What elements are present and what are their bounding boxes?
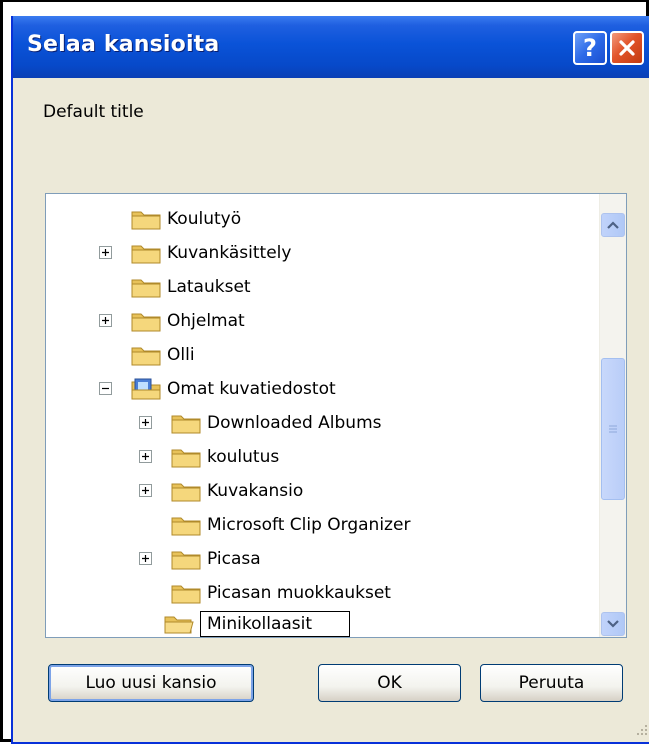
expand-button[interactable] <box>139 450 152 463</box>
folder-icon <box>171 585 201 604</box>
tree-item-label: Picasan muokkaukset <box>207 583 391 603</box>
expand-button[interactable] <box>99 314 112 327</box>
tree-item[interactable]: Lataukset <box>131 272 251 302</box>
tree-item[interactable]: Kuvakansio <box>139 476 304 506</box>
ok-button[interactable]: OK <box>318 664 461 702</box>
plus-icon <box>102 317 109 324</box>
grip-lines-icon <box>609 425 617 433</box>
help-icon: ? <box>583 34 597 62</box>
folder-tree[interactable]: Koulutyö Kuvankäsittely Lataukset Ohjelmat O… <box>45 193 627 638</box>
tree-item[interactable]: Omat kuvatiedostot <box>99 374 336 404</box>
close-icon <box>619 40 635 56</box>
vertical-scrollbar[interactable] <box>599 194 626 637</box>
minus-icon <box>102 387 109 390</box>
folder-icon <box>131 211 161 230</box>
chevron-up-icon <box>607 221 619 229</box>
collapse-button[interactable] <box>99 382 112 395</box>
pictures-folder-icon <box>131 378 161 400</box>
tree-item[interactable]: koulutus <box>139 442 280 472</box>
tree-item-label: Koulutyö <box>167 209 242 229</box>
tree-item-label: Lataukset <box>167 277 251 297</box>
new-folder-button[interactable]: Luo uusi kansio <box>48 664 254 702</box>
scroll-thumb[interactable] <box>601 358 625 500</box>
close-button[interactable] <box>610 31 644 65</box>
folder-icon <box>131 279 161 298</box>
expand-button[interactable] <box>139 416 152 429</box>
tree-item-label: Kuvakansio <box>207 481 304 501</box>
plus-icon <box>142 419 149 426</box>
scroll-down-button[interactable] <box>601 612 625 636</box>
tree-item-label: Downloaded Albums <box>207 413 382 433</box>
tree-item-label: Olli <box>167 345 195 365</box>
folder-icon <box>131 245 161 264</box>
tree-item-label: Microsoft Clip Organizer <box>207 515 411 535</box>
plus-icon <box>142 453 149 460</box>
resize-grip-icon[interactable] <box>633 723 649 739</box>
tree-item-editing[interactable] <box>164 609 350 637</box>
folder-icon <box>171 483 201 502</box>
plus-icon <box>102 249 109 256</box>
tree-item[interactable]: Olli <box>131 340 195 370</box>
tree-item[interactable]: Microsoft Clip Organizer <box>171 510 410 540</box>
tree-item-label: koulutus <box>207 447 280 467</box>
browse-folder-dialog: Selaa kansioita ? Default title Koulutyö… <box>11 16 649 744</box>
chevron-down-icon <box>607 620 619 628</box>
scroll-up-button[interactable] <box>601 213 625 237</box>
folder-icon <box>171 415 201 434</box>
plus-icon <box>142 555 149 562</box>
tree-item[interactable]: Downloaded Albums <box>139 408 382 438</box>
dialog-description: Default title <box>43 102 144 122</box>
tree-item-label: Picasa <box>207 549 261 569</box>
expand-button[interactable] <box>139 484 152 497</box>
window-title: Selaa kansioita <box>27 32 220 57</box>
tree-item[interactable]: Kuvankäsittely <box>99 238 292 268</box>
tree-item-label: Omat kuvatiedostot <box>167 379 336 399</box>
folder-open-icon <box>164 616 194 634</box>
tree-item[interactable]: Ohjelmat <box>99 306 245 336</box>
tree-item[interactable]: Picasa <box>139 544 261 574</box>
tree-item[interactable]: Picasan muokkaukset <box>171 578 391 608</box>
screen-frame: Selaa kansioita ? Default title Koulutyö… <box>0 0 649 744</box>
folder-icon <box>171 449 201 468</box>
expand-button[interactable] <box>139 552 152 565</box>
folder-icon <box>171 551 201 570</box>
cancel-button[interactable]: Peruuta <box>480 664 623 702</box>
folder-rename-input[interactable] <box>200 611 350 637</box>
tree-item[interactable]: Koulutyö <box>131 204 241 234</box>
title-bar[interactable]: Selaa kansioita ? <box>13 16 649 78</box>
tree-item-label: Kuvankäsittely <box>167 243 292 263</box>
folder-icon <box>171 517 201 536</box>
folder-icon <box>131 313 161 332</box>
help-button[interactable]: ? <box>573 31 607 65</box>
tree-item-label: Ohjelmat <box>167 311 245 331</box>
plus-icon <box>142 487 149 494</box>
folder-icon <box>131 347 161 366</box>
expand-button[interactable] <box>99 246 112 259</box>
